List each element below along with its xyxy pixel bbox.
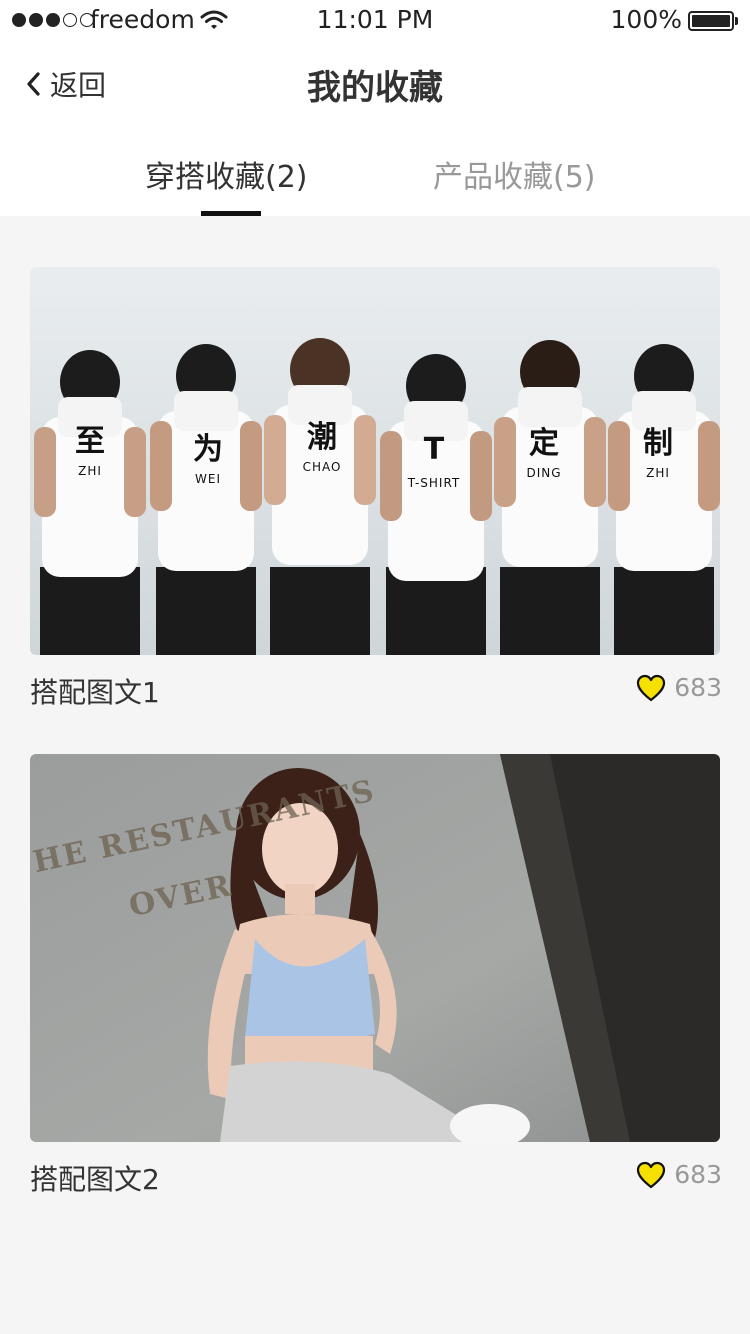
shirt-letter: 至 bbox=[75, 424, 105, 459]
card-title: 搭配图文1 bbox=[30, 676, 160, 709]
photo-woman-wall bbox=[30, 754, 720, 1142]
tab-label: 穿搭收藏(2) bbox=[145, 160, 308, 195]
favorite-card: HE RESTAURANTS OVER 搭配图文2 683 bbox=[30, 754, 722, 1196]
like-button[interactable]: 683 bbox=[636, 1160, 722, 1189]
shirt-caption: WEI bbox=[195, 472, 221, 486]
status-bar: freedom 11:01 PM 100% bbox=[0, 0, 750, 40]
shirt-caption: DING bbox=[526, 466, 562, 480]
like-button[interactable]: 683 bbox=[636, 673, 722, 702]
shirt-letter: 为 bbox=[193, 432, 223, 467]
tab-outfit-favorites[interactable]: 穿搭收藏(2) bbox=[145, 152, 320, 216]
photo-group-tshirts bbox=[30, 267, 720, 655]
tab-label: 产品收藏(5) bbox=[433, 160, 596, 195]
battery-fill bbox=[692, 15, 730, 27]
battery-body bbox=[688, 11, 734, 31]
shirt-caption: ZHI bbox=[646, 466, 670, 480]
page-title: 我的收藏 bbox=[307, 68, 443, 108]
shirt-caption: T-SHIRT bbox=[407, 476, 461, 490]
outfit-photo[interactable]: 至 ZHI 为 WEI 潮 CHAO T T-SHIRT 定 DING 制 ZH… bbox=[30, 267, 720, 655]
battery-icon bbox=[688, 11, 738, 31]
favorite-card: 至 ZHI 为 WEI 潮 CHAO T T-SHIRT 定 DING 制 ZH… bbox=[30, 267, 722, 709]
like-count: 683 bbox=[674, 1160, 722, 1189]
heart-icon bbox=[637, 1161, 666, 1188]
shirt-letter: T bbox=[423, 432, 445, 467]
heart-icon bbox=[637, 674, 666, 701]
battery-tip bbox=[735, 17, 738, 25]
shirt-letter: 制 bbox=[643, 426, 673, 461]
card-title: 搭配图文2 bbox=[30, 1163, 160, 1196]
like-count: 683 bbox=[674, 673, 722, 702]
active-tab-indicator bbox=[201, 211, 261, 216]
header-area: freedom 11:01 PM 100% 返回 我的收藏 穿搭收藏(2) 产品… bbox=[0, 0, 750, 216]
favorites-page: freedom 11:01 PM 100% 返回 我的收藏 穿搭收藏(2) 产品… bbox=[0, 0, 750, 1334]
tab-product-favorites[interactable]: 产品收藏(5) bbox=[433, 152, 608, 216]
shirt-caption: ZHI bbox=[78, 464, 102, 478]
outfit-photo[interactable]: HE RESTAURANTS OVER bbox=[30, 754, 720, 1142]
battery-percent: 100% bbox=[610, 5, 682, 34]
shirt-letter: 定 bbox=[529, 426, 559, 461]
shirt-caption: CHAO bbox=[302, 460, 342, 474]
shirt-letter: 潮 bbox=[307, 420, 337, 455]
